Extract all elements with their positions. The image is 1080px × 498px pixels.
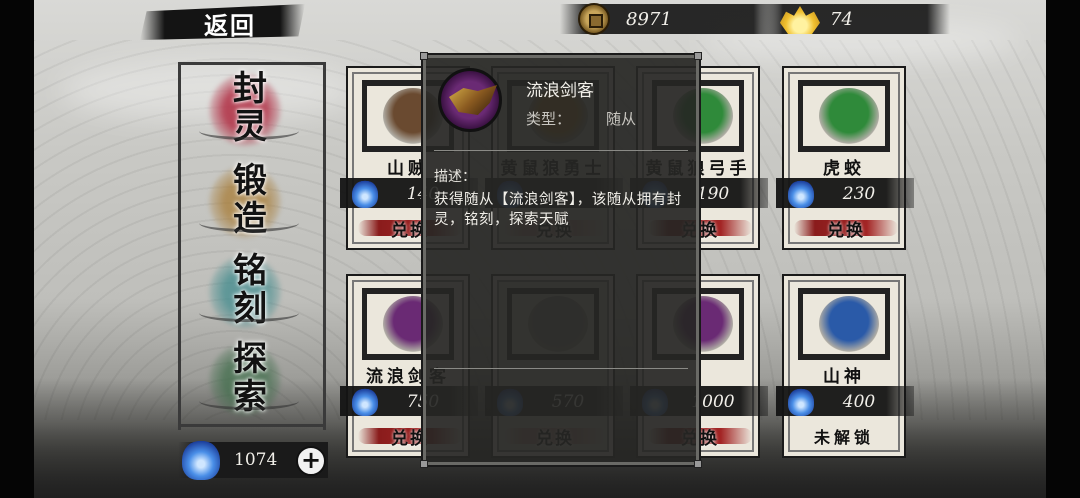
menu-swirl-decoration xyxy=(199,304,299,322)
back-button-label[interactable]: 返回 xyxy=(204,6,256,41)
menu-swirl-decoration xyxy=(199,214,299,232)
menu-item-explore[interactable]: 探索 xyxy=(195,336,313,422)
blue-soul-flame-icon xyxy=(352,180,378,208)
menu-item-inscribe[interactable]: 铭刻 xyxy=(195,248,313,334)
tooltip-title: 流浪剑客 xyxy=(526,81,594,101)
item-tooltip: 流浪剑客 类型： 随从 描述： 获得随从【流浪剑客】，该随从拥有封灵，铭刻，探索… xyxy=(420,52,702,468)
wandering-swordsman-icon xyxy=(438,68,502,132)
blue-soul-flame-icon xyxy=(788,180,814,208)
menu-swirl-decoration xyxy=(199,122,299,140)
tooltip-divider xyxy=(434,368,688,369)
copper-coin-icon xyxy=(578,3,610,35)
tooltip-corner xyxy=(420,52,428,60)
portrait-art xyxy=(449,85,497,115)
tooltip-corner xyxy=(694,460,702,468)
tooltip-description: 获得随从【流浪剑客】，该随从拥有封灵，铭刻，探索天赋 xyxy=(434,192,682,228)
companion-card[interactable]: 虎蛟 230 兑换 xyxy=(776,66,914,250)
card-locked-label: 未解锁 xyxy=(813,428,874,447)
gold-counter: 74 xyxy=(830,9,853,30)
game-screen: 返回 8971 74 封灵 锻造 铭刻 探索 1074 + 山贼140兑换黄鼠狼… xyxy=(0,0,1080,498)
creature-portrait-icon xyxy=(819,88,879,144)
redeem-button-label: 兑换 xyxy=(827,221,865,241)
coin-counter: 8971 xyxy=(626,9,672,30)
card-cost: 400 xyxy=(842,392,876,412)
tooltip-corner xyxy=(420,460,428,468)
add-soul-button[interactable]: + xyxy=(296,446,326,476)
soul-counter: 1074 xyxy=(234,450,278,470)
tooltip-corner xyxy=(694,52,702,60)
tooltip-type-label: 类型： xyxy=(526,110,572,128)
card-portrait-frame xyxy=(798,80,890,152)
screen-edge-left xyxy=(0,0,34,498)
blue-soul-flame-icon xyxy=(352,388,378,416)
card-portrait-frame xyxy=(798,288,890,360)
menu-swirl-decoration xyxy=(199,392,299,410)
blue-soul-flame-icon xyxy=(182,440,220,480)
blue-soul-flame-icon xyxy=(788,388,814,416)
card-cost: 230 xyxy=(842,184,876,204)
creature-portrait-icon xyxy=(819,296,879,352)
card-name: 虎蛟 xyxy=(823,159,865,179)
card-name: 山神 xyxy=(823,367,865,387)
screen-edge-right xyxy=(1046,0,1080,498)
tooltip-divider xyxy=(434,150,688,151)
tooltip-type-value: 随从 xyxy=(606,110,637,128)
tooltip-desc-label: 描述： xyxy=(434,169,476,185)
redeem-button[interactable]: 兑换 xyxy=(794,214,898,241)
menu-item-seal[interactable]: 封灵 xyxy=(195,66,313,152)
menu-item-forge[interactable]: 锻造 xyxy=(195,158,313,244)
companion-card[interactable]: 山神 400 未解锁 xyxy=(776,274,914,458)
